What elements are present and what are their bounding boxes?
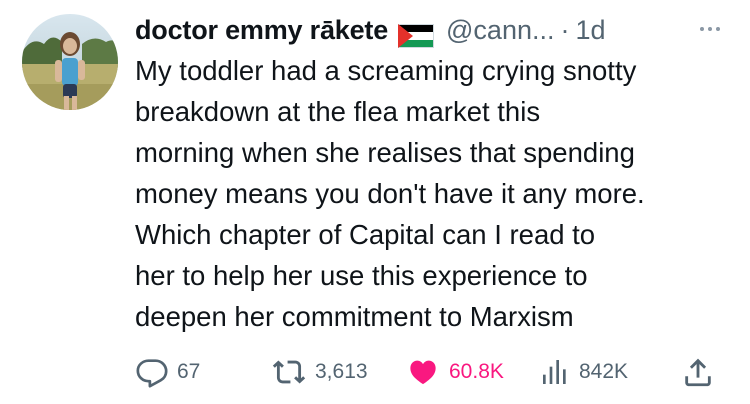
- reply-count: 67: [177, 360, 201, 383]
- views-button[interactable]: 842K: [539, 350, 628, 394]
- like-count: 60.8K: [449, 360, 504, 383]
- tweet[interactable]: doctor emmy rākete @cann... · 1d My todd…: [0, 0, 750, 404]
- tweet-header: doctor emmy rākete @cann... · 1d: [135, 10, 606, 50]
- share-button[interactable]: [681, 350, 715, 394]
- tweet-text-line: money means you don't have it any more.: [135, 178, 645, 209]
- separator-dot: ·: [560, 15, 570, 45]
- tweet-text-line: My toddler had a screaming crying snotty: [135, 55, 637, 86]
- tweet-text-line: breakdown at the flea market this: [135, 96, 541, 127]
- reply-icon: [136, 359, 168, 388]
- user-handle[interactable]: @cann...: [446, 10, 554, 50]
- avatar-photo: [22, 14, 118, 110]
- more-options-icon[interactable]: [692, 17, 728, 41]
- palestine-flag-icon: [398, 19, 435, 48]
- tweet-text-line: her to help her use this experience to: [135, 260, 588, 291]
- tweet-text-line: morning when she realises that spending: [135, 137, 635, 168]
- retweet-icon: [272, 360, 306, 384]
- tweet-text-line: Which chapter of Capital can I read to: [135, 219, 596, 250]
- like-button[interactable]: 60.8K: [405, 350, 504, 394]
- retweet-count: 3,613: [315, 360, 368, 383]
- retweet-button[interactable]: 3,613: [271, 350, 368, 394]
- views-count: 842K: [579, 360, 629, 383]
- display-name[interactable]: doctor emmy rākete: [135, 10, 388, 50]
- timestamp[interactable]: 1d: [575, 10, 605, 50]
- heart-icon: [410, 360, 436, 385]
- action-bar: 67 3,613 60.8K 842K: [135, 350, 735, 394]
- tweet-text-line: deepen her commitment to Marxism: [135, 301, 574, 332]
- tweet-text: My toddler had a screaming crying snotty…: [135, 50, 735, 337]
- views-icon: [543, 360, 566, 384]
- share-icon: [685, 358, 711, 387]
- avatar[interactable]: [22, 14, 118, 110]
- reply-button[interactable]: 67: [135, 350, 200, 394]
